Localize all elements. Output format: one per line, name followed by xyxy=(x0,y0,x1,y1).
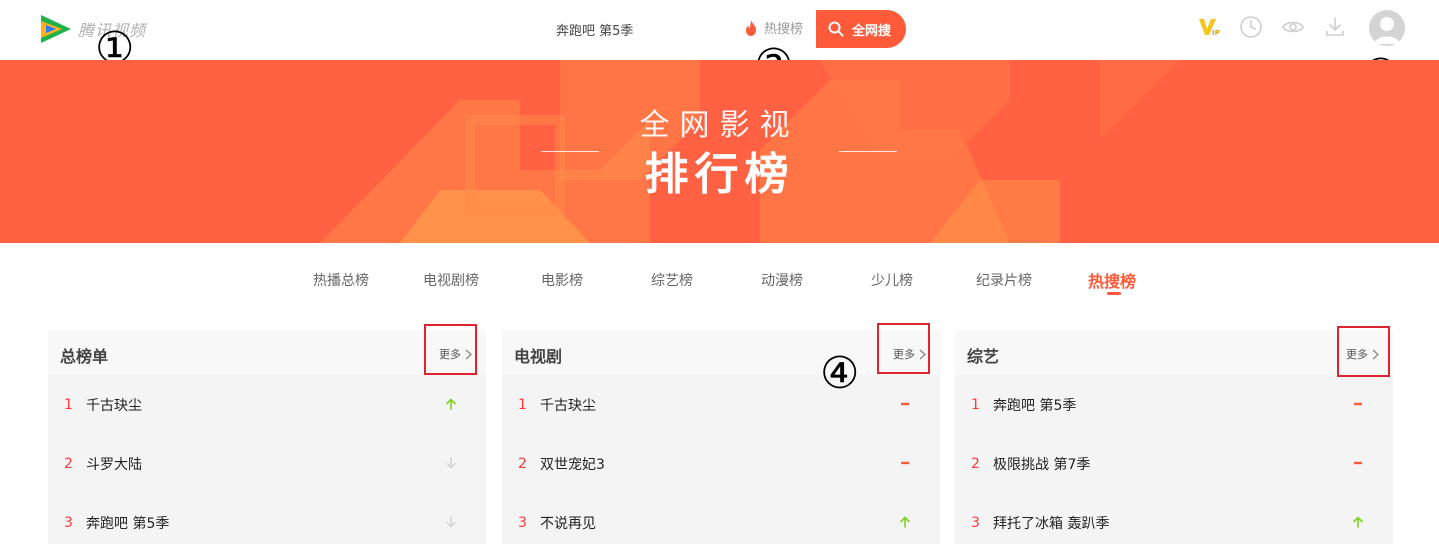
search-button[interactable]: 全网搜 xyxy=(816,10,906,48)
ranking-card-overall: 总榜单 更多 1 千古玦尘 2 斗罗大陆 3 奔跑吧 第5季 xyxy=(48,330,486,544)
list-item[interactable]: 3 奔跑吧 第5季 xyxy=(48,493,486,544)
list-item[interactable]: 3 不说再见 xyxy=(502,493,940,544)
title-name[interactable]: 拜托了冰箱 轰趴季 xyxy=(993,513,1109,533)
annotation-marker-4: ④ xyxy=(820,348,860,399)
tab-kids[interactable]: 少儿榜 xyxy=(871,270,913,290)
banner-title: 排行榜 xyxy=(644,149,795,200)
rank-number: 2 xyxy=(64,455,73,472)
highlight-box-more-tv xyxy=(877,323,930,374)
title-name[interactable]: 千古玦尘 xyxy=(540,395,596,415)
hot-search-label: 热搜榜 xyxy=(764,22,804,37)
tab-documentary[interactable]: 纪录片榜 xyxy=(976,270,1032,290)
svg-text:IP: IP xyxy=(1212,29,1220,37)
download-icon[interactable] xyxy=(1322,14,1348,40)
rank-number: 2 xyxy=(518,455,527,472)
card-title: 综艺 xyxy=(967,347,1000,366)
avatar-icon xyxy=(1374,17,1400,44)
search-button-label: 全网搜 xyxy=(852,23,892,39)
list-item[interactable]: 1 千古玦尘 xyxy=(502,375,940,434)
active-tab-indicator xyxy=(1107,292,1121,295)
title-name[interactable]: 奔跑吧 第5季 xyxy=(993,395,1076,415)
watch-later-icon[interactable] xyxy=(1280,14,1306,40)
tab-movies[interactable]: 电影榜 xyxy=(541,270,583,290)
tab-hot-search[interactable]: 热搜榜 xyxy=(1088,268,1136,292)
rank-number: 3 xyxy=(971,514,980,531)
title-name[interactable]: 斗罗大陆 xyxy=(86,454,142,474)
trend-up-icon xyxy=(1353,516,1363,528)
trend-same-icon xyxy=(1354,461,1362,465)
search-icon xyxy=(828,21,844,37)
logo-play-icon xyxy=(41,15,71,43)
ranking-banner: 全网影视 排行榜 xyxy=(0,60,1439,243)
rank-number: 1 xyxy=(971,396,980,413)
hot-search-link[interactable]: 热搜榜 xyxy=(744,18,803,37)
vip-icon[interactable]: IP xyxy=(1197,14,1223,40)
history-icon[interactable] xyxy=(1238,14,1264,40)
ranking-card-tv: 电视剧 更多 1 千古玦尘 2 双世宠妃3 3 不说再见 xyxy=(502,330,940,544)
title-name[interactable]: 奔跑吧 第5季 xyxy=(86,513,169,533)
ranking-tabs: 热播总榜 电视剧榜 电影榜 综艺榜 动漫榜 少儿榜 纪录片榜 热搜榜 xyxy=(0,270,1439,300)
trend-up-icon xyxy=(900,516,910,528)
trend-up-icon xyxy=(446,398,456,410)
banner-title-block: 全网影视 排行榜 xyxy=(0,108,1439,202)
list-item[interactable]: 2 极限挑战 第7季 xyxy=(955,434,1393,493)
card-title: 电视剧 xyxy=(514,347,563,366)
card-header: 总榜单 更多 xyxy=(48,330,486,375)
list-item[interactable]: 3 拜托了冰箱 轰趴季 xyxy=(955,493,1393,544)
user-avatar[interactable] xyxy=(1369,10,1405,46)
tab-anime[interactable]: 动漫榜 xyxy=(761,270,803,290)
list-item[interactable]: 1 千古玦尘 xyxy=(48,375,486,434)
highlight-box-more-variety xyxy=(1337,326,1390,377)
rank-number: 2 xyxy=(971,455,980,472)
title-name[interactable]: 极限挑战 第7季 xyxy=(993,454,1090,474)
title-name[interactable]: 千古玦尘 xyxy=(86,395,142,415)
trend-same-icon xyxy=(1354,402,1362,406)
card-header: 电视剧 更多 xyxy=(502,330,940,375)
tab-hot-play-total[interactable]: 热播总榜 xyxy=(313,270,369,290)
card-header: 综艺 更多 xyxy=(955,330,1393,375)
top-header: 腾讯视频 奔跑吧 第5季 热搜榜 全网搜 IP xyxy=(0,0,1439,60)
card-title: 总榜单 xyxy=(60,347,109,366)
rank-number: 3 xyxy=(64,514,73,531)
list-item[interactable]: 2 双世宠妃3 xyxy=(502,434,940,493)
title-name[interactable]: 不说再见 xyxy=(540,513,596,533)
trend-down-icon xyxy=(446,457,456,469)
ranking-card-variety: 综艺 更多 1 奔跑吧 第5季 2 极限挑战 第7季 3 拜托了冰箱 轰趴季 xyxy=(955,330,1393,544)
trend-same-icon xyxy=(901,402,909,406)
tab-variety[interactable]: 综艺榜 xyxy=(651,270,693,290)
tab-tv-series[interactable]: 电视剧榜 xyxy=(423,270,479,290)
banner-subtitle: 全网影视 xyxy=(639,108,800,143)
list-item[interactable]: 2 斗罗大陆 xyxy=(48,434,486,493)
search-input[interactable]: 奔跑吧 第5季 xyxy=(556,20,633,39)
title-name[interactable]: 双世宠妃3 xyxy=(540,454,605,474)
trend-down-icon xyxy=(446,516,456,528)
rank-number: 3 xyxy=(518,514,527,531)
trend-same-icon xyxy=(901,461,909,465)
highlight-box-more-overall xyxy=(424,324,477,375)
rank-number: 1 xyxy=(518,396,527,413)
list-item[interactable]: 1 奔跑吧 第5季 xyxy=(955,375,1393,434)
flame-icon xyxy=(746,19,756,36)
rank-number: 1 xyxy=(64,396,73,413)
